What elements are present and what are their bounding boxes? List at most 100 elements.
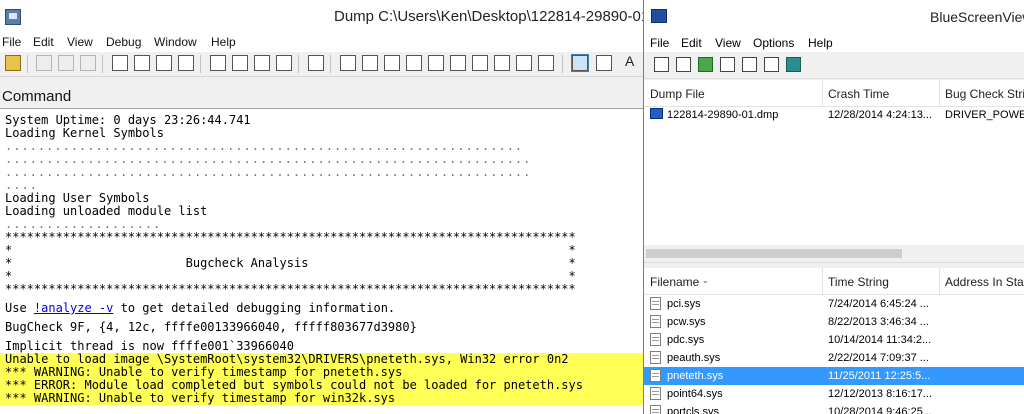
call-stack-window-icon[interactable] bbox=[450, 55, 466, 71]
menu-help[interactable]: Help bbox=[808, 36, 833, 50]
driver-time-string: 8/22/2013 3:46:34 ... bbox=[828, 316, 929, 328]
highlighted-output-line: *** WARNING: Unable to verify timestamp … bbox=[0, 392, 643, 405]
memory-window-icon[interactable] bbox=[428, 55, 444, 71]
column-divider[interactable] bbox=[822, 268, 823, 294]
windbg-title-bar[interactable]: Dump C:\Users\Ken\Desktop\122814-29890-0… bbox=[0, 0, 643, 32]
menu-edit[interactable]: Edit bbox=[33, 35, 54, 49]
run-to-cursor-icon[interactable] bbox=[276, 55, 292, 71]
output-line: ........................................… bbox=[5, 165, 532, 179]
paste-icon[interactable] bbox=[80, 55, 96, 71]
column-divider[interactable] bbox=[939, 268, 940, 294]
processes-threads-icon[interactable] bbox=[516, 55, 532, 71]
driver-file-icon bbox=[650, 351, 661, 364]
menu-help[interactable]: Help bbox=[211, 35, 236, 49]
scratch-pad-icon[interactable] bbox=[494, 55, 510, 71]
source-window-icon[interactable] bbox=[538, 55, 554, 71]
bsv-menu-bar: File Edit View Options Help bbox=[644, 33, 1024, 52]
column-time-string[interactable]: Time String bbox=[828, 275, 889, 289]
step-into-icon[interactable] bbox=[210, 55, 226, 71]
properties-icon[interactable] bbox=[654, 57, 669, 72]
scrollbar-thumb[interactable] bbox=[646, 249, 902, 258]
copy-icon[interactable] bbox=[720, 57, 735, 72]
driver-row[interactable]: peauth.sys 2/22/2014 7:09:37 ... bbox=[644, 349, 1024, 367]
driver-row[interactable]: pci.sys 7/24/2014 6:45:24 ... bbox=[644, 295, 1024, 313]
output-text: to get detailed debugging information. bbox=[113, 301, 396, 315]
driver-file-icon bbox=[650, 387, 661, 400]
command-output[interactable]: System Uptime: 0 days 23:26:44.741 Loadin… bbox=[0, 108, 643, 414]
driver-filename: pneteth.sys bbox=[667, 370, 724, 382]
menu-debug[interactable]: Debug bbox=[106, 35, 141, 49]
source-mode-icon[interactable] bbox=[571, 54, 589, 72]
column-bug-check-string[interactable]: Bug Check String bbox=[945, 87, 1024, 101]
menu-options[interactable]: Options bbox=[753, 36, 794, 50]
windbg-menu-bar: File Edit View Debug Window Help bbox=[0, 32, 643, 52]
menu-window[interactable]: Window bbox=[154, 35, 197, 49]
open-folder-icon[interactable] bbox=[5, 55, 21, 71]
driver-file-icon bbox=[650, 297, 661, 310]
font-icon[interactable]: A bbox=[625, 53, 634, 69]
bsv-title-bar[interactable]: BlueScreenView bbox=[644, 0, 1024, 33]
column-address-in-stack[interactable]: Address In Stack bbox=[945, 275, 1024, 289]
driver-file-icon bbox=[650, 369, 661, 382]
exit-icon[interactable] bbox=[786, 57, 801, 72]
breakpoint-hand-icon[interactable] bbox=[308, 55, 324, 71]
refresh-icon[interactable] bbox=[698, 57, 713, 72]
windbg-window: Dump C:\Users\Ken\Desktop\122814-29890-0… bbox=[0, 0, 643, 414]
dump-file-icon bbox=[650, 108, 663, 119]
dump-bug-check-string: DRIVER_POWER_STATE_FAILURE bbox=[945, 109, 1024, 121]
driver-row[interactable]: point64.sys 12/12/2013 8:16:17... bbox=[644, 385, 1024, 403]
registers-window-icon[interactable] bbox=[406, 55, 422, 71]
locals-window-icon[interactable] bbox=[384, 55, 400, 71]
output-line: Use !analyze -v to get detailed debuggin… bbox=[5, 302, 395, 315]
driver-file-icon bbox=[650, 315, 661, 328]
menu-view[interactable]: View bbox=[67, 35, 93, 49]
toolbar-separator bbox=[562, 55, 563, 73]
cut-icon[interactable] bbox=[36, 55, 52, 71]
column-filename[interactable]: Filename bbox=[650, 275, 699, 289]
driver-list: Filename ⌄ Time String Address In Stack … bbox=[644, 268, 1024, 414]
driver-row[interactable]: pcw.sys 8/22/2013 3:46:34 ... bbox=[644, 313, 1024, 331]
menu-file[interactable]: File bbox=[2, 35, 21, 49]
menu-edit[interactable]: Edit bbox=[681, 36, 702, 50]
break-icon[interactable] bbox=[178, 55, 194, 71]
driver-row[interactable]: pdc.sys 10/14/2014 11:34:2... bbox=[644, 331, 1024, 349]
driver-list-header: Filename ⌄ Time String Address In Stack bbox=[644, 268, 1024, 295]
horizontal-scrollbar[interactable] bbox=[644, 245, 1024, 262]
save-icon[interactable] bbox=[676, 57, 691, 72]
column-divider[interactable] bbox=[822, 80, 823, 106]
copy-icon[interactable] bbox=[58, 55, 74, 71]
command-window-icon[interactable] bbox=[340, 55, 356, 71]
driver-filename: pcw.sys bbox=[667, 316, 706, 328]
step-over-icon[interactable] bbox=[232, 55, 248, 71]
watch-window-icon[interactable] bbox=[362, 55, 378, 71]
menu-file[interactable]: File bbox=[650, 36, 669, 50]
column-crash-time[interactable]: Crash Time bbox=[828, 87, 889, 101]
menu-view[interactable]: View bbox=[715, 36, 741, 50]
driver-time-string: 11/25/2011 12:25:5... bbox=[828, 370, 931, 382]
driver-filename: peauth.sys bbox=[667, 352, 721, 364]
driver-row[interactable]: pneteth.sys 11/25/2011 12:25:5... bbox=[644, 367, 1024, 385]
disassembly-window-icon[interactable] bbox=[472, 55, 488, 71]
driver-time-string: 2/22/2014 7:09:37 ... bbox=[828, 352, 929, 364]
driver-filename: point64.sys bbox=[667, 388, 723, 400]
column-divider[interactable] bbox=[939, 80, 940, 106]
toolbar-separator bbox=[298, 55, 299, 73]
hex-mode-icon[interactable] bbox=[596, 55, 612, 71]
toolbar-separator bbox=[330, 55, 331, 73]
dump-crash-time: 12/28/2014 4:24:13... bbox=[828, 109, 932, 121]
column-dump-file[interactable]: Dump File bbox=[650, 87, 705, 101]
driver-row[interactable]: portcls.sys 10/28/2014 9:46:25... bbox=[644, 403, 1024, 414]
dump-row[interactable]: 122814-29890-01.dmp 12/28/2014 4:24:13..… bbox=[644, 106, 1024, 124]
command-pane-title: Command bbox=[2, 88, 72, 105]
step-out-icon[interactable] bbox=[254, 55, 270, 71]
bsv-window-title: BlueScreenView bbox=[930, 9, 1024, 25]
report-icon[interactable] bbox=[742, 57, 757, 72]
go-icon[interactable] bbox=[112, 55, 128, 71]
stop-debugging-icon[interactable] bbox=[156, 55, 172, 71]
output-line: ****************************************… bbox=[5, 282, 576, 296]
driver-file-icon bbox=[650, 333, 661, 346]
advanced-options-icon[interactable] bbox=[764, 57, 779, 72]
output-line: BugCheck 9F, {4, 12c, ffffe00133966040, … bbox=[5, 320, 417, 334]
restart-icon[interactable] bbox=[134, 55, 150, 71]
analyze-link[interactable]: !analyze -v bbox=[34, 301, 113, 315]
